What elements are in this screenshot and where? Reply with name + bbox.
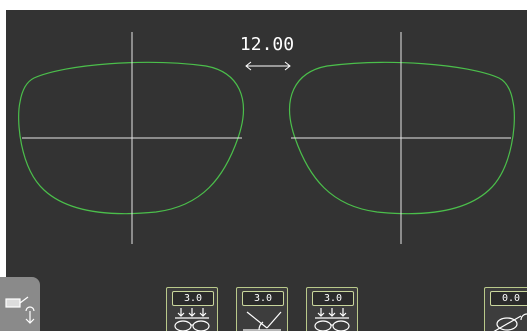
- tracer-button[interactable]: [0, 277, 40, 331]
- lens-edger-screen: 12.00 3.0 3.0 3.0 0.0: [0, 0, 527, 331]
- double-arrow-icon: [245, 61, 291, 71]
- tool-value: 3.0: [312, 291, 354, 306]
- three-drill-points-icon: [314, 308, 350, 331]
- tool-value: 3.0: [172, 291, 214, 306]
- bridge-distance-value: 12.00: [239, 34, 295, 55]
- three-drill-points-icon: [174, 308, 210, 331]
- tool-value: 3.0: [242, 291, 284, 306]
- bevel-angle-button[interactable]: 3.0: [236, 287, 288, 331]
- tracer-probe-icon: [5, 296, 35, 324]
- tool-value: 0.0: [490, 291, 527, 306]
- drill-depth-button-1[interactable]: 3.0: [166, 287, 218, 331]
- bevel-angle-icon: [243, 311, 282, 331]
- shape-canvas: 12.00 3.0 3.0 3.0 0.0: [6, 10, 527, 331]
- lens-shape-view: [18, 32, 515, 244]
- lens-rotate-icon: [493, 313, 527, 331]
- drill-depth-button-2[interactable]: 3.0: [306, 287, 358, 331]
- lens-rotation-button[interactable]: 0.0: [484, 287, 527, 331]
